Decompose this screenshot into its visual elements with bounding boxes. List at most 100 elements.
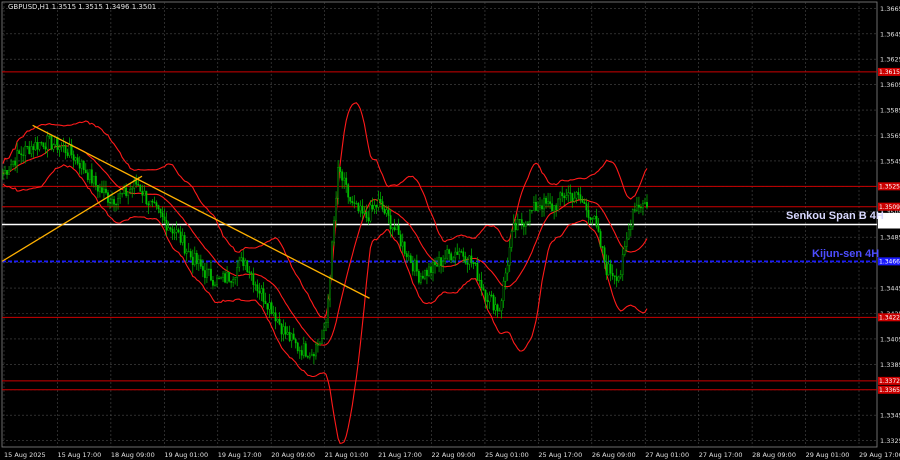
candle-body [72, 154, 75, 161]
candle-body [327, 298, 329, 323]
candle-body [234, 277, 237, 280]
candle-body [357, 203, 360, 212]
candle-body [40, 142, 43, 144]
candle-body [250, 272, 253, 275]
candle-body [413, 260, 416, 272]
candle-body [258, 290, 261, 294]
level-label: 1.3365 [879, 387, 900, 394]
level-label: 1.3422 [879, 315, 900, 322]
candle-body [155, 202, 158, 206]
candle-body [359, 205, 362, 212]
candle-body [306, 356, 309, 358]
candle-body [633, 209, 636, 211]
candle-body [189, 251, 192, 258]
time-tick-label: 27 Aug 17:00 [699, 451, 743, 459]
candle-body [555, 205, 558, 211]
candle-body [395, 225, 398, 231]
candle-body [224, 273, 226, 283]
candle-body [347, 184, 350, 198]
price-tick-label: 1.3385 [880, 361, 900, 369]
candle-body [635, 204, 638, 211]
candle-body [470, 255, 473, 263]
candle-body [135, 179, 138, 185]
candle-body [274, 312, 277, 322]
candle-body [151, 200, 154, 203]
candle-body [644, 202, 646, 204]
candle-body [454, 251, 457, 259]
candle-body [302, 343, 305, 356]
candle-body [18, 150, 21, 154]
candle-body [185, 251, 188, 254]
candle-body [46, 135, 49, 150]
candle-body [599, 231, 602, 247]
candle-body [609, 263, 612, 274]
time-tick-label: 21 Aug 01:00 [325, 451, 369, 459]
candle-body [397, 225, 400, 235]
senkou-span-b-label: Senkou Span B 4H [786, 210, 884, 222]
candle-body [157, 205, 160, 210]
candle-body [90, 169, 93, 184]
candle-body [105, 188, 107, 193]
candle-body [272, 312, 275, 314]
candle-body [214, 284, 216, 286]
candle-body [177, 229, 180, 233]
candle-body [8, 169, 10, 175]
candle-body [308, 355, 311, 358]
candle-body [143, 190, 146, 196]
candle-body [436, 264, 438, 267]
candle-body [638, 204, 640, 208]
candle-body [500, 300, 503, 312]
chart-background [0, 0, 900, 460]
candle-body [528, 210, 531, 223]
candle-body [543, 197, 545, 210]
candle-body [468, 255, 471, 265]
candle-body [617, 276, 620, 281]
time-tick-label: 21 Aug 17:00 [378, 451, 422, 459]
candle-body [577, 192, 580, 195]
candle-body [315, 344, 317, 357]
candle-body [504, 272, 507, 282]
time-tick-label: 25 Aug 01:00 [485, 451, 529, 459]
candle-body [64, 145, 67, 154]
candle-body [292, 333, 295, 340]
candle-body [266, 303, 269, 310]
candle-body [597, 226, 600, 232]
candle-body [508, 246, 511, 266]
candle-body [163, 216, 166, 221]
candle-body [16, 150, 19, 166]
candle-body [464, 256, 467, 264]
candle-body [131, 187, 134, 190]
price-tick-label: 1.3605 [880, 81, 900, 89]
candle-body [20, 153, 23, 156]
candle-body [300, 350, 303, 356]
candle-body [84, 169, 87, 174]
candle-body [409, 255, 412, 263]
candle-body [452, 257, 455, 261]
candle-body [92, 175, 95, 184]
candle-body [569, 192, 572, 194]
candle-body [629, 226, 632, 230]
candle-body [539, 205, 541, 208]
candle-body [74, 157, 77, 161]
candle-body [563, 195, 566, 199]
candle-body [522, 223, 525, 227]
candle-body [524, 222, 527, 227]
candle-body [591, 218, 594, 220]
candle-body [405, 253, 408, 258]
candle-body [179, 231, 182, 243]
gbpusd-h1-chart: 1.3665 1.3645 1.3625 1.3605 1.3585 1.3565 1.35… [0, 0, 900, 460]
candle-body [623, 246, 626, 255]
candle-body [298, 350, 301, 352]
candle-body [294, 339, 297, 344]
candle-body [101, 187, 103, 193]
candle-body [333, 220, 335, 243]
candle-body [296, 342, 299, 352]
candle-body [611, 273, 614, 276]
candle-body [502, 280, 505, 301]
candle-body [256, 284, 259, 292]
candle-body [139, 185, 142, 192]
candle-body [30, 146, 33, 155]
candle-body [32, 146, 35, 150]
candle-body [434, 261, 436, 266]
candle-body [545, 197, 547, 204]
